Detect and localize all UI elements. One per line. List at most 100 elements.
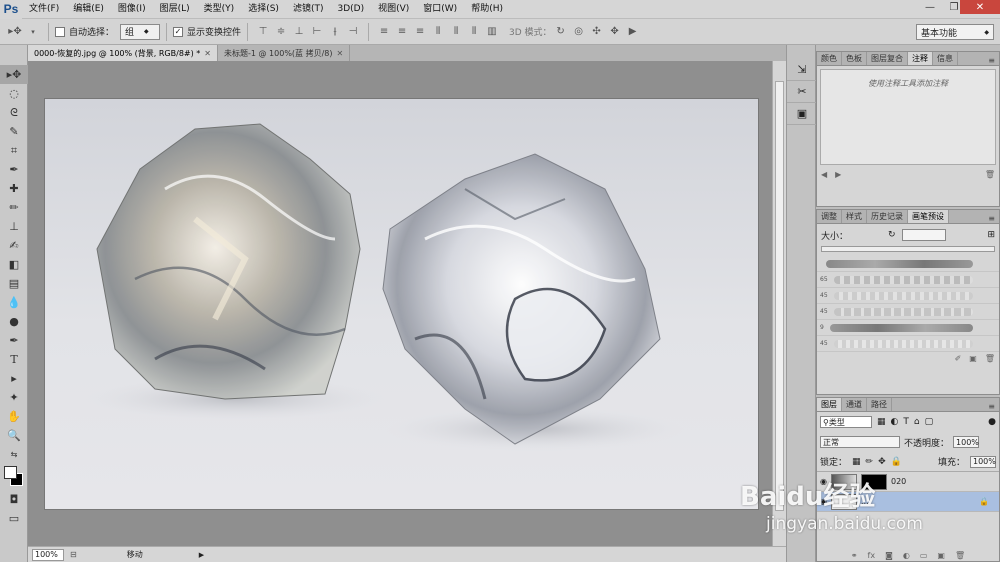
brush-preset-row[interactable]: 65 — [817, 272, 999, 288]
clone-stamp-tool-icon[interactable]: ⊥ — [0, 217, 28, 236]
tool-presets-icon[interactable]: ✂ — [787, 81, 817, 103]
close-icon[interactable]: ✕ — [960, 0, 1000, 14]
menu-select[interactable]: 选择(S) — [241, 0, 286, 19]
lock-pixels-icon[interactable]: ✏ — [866, 457, 874, 467]
marquee-tool-icon[interactable]: ◌ — [0, 84, 28, 103]
image-canvas[interactable] — [45, 99, 758, 509]
next-note-icon[interactable]: ▶ — [835, 170, 841, 179]
delete-layer-icon[interactable]: 🗑 — [955, 551, 965, 560]
close-tab-icon[interactable]: ✕ — [204, 49, 211, 58]
lock-position-icon[interactable]: ✥ — [878, 457, 886, 467]
distribute-hcenter-icon[interactable]: ⦀ — [449, 25, 463, 39]
distribute-left-icon[interactable]: ⦀ — [431, 25, 445, 39]
tab-info[interactable]: 信息 — [933, 52, 958, 65]
scrollbar-thumb[interactable] — [775, 81, 784, 511]
foreground-color-swatch[interactable] — [4, 466, 17, 479]
layer-kind-filter[interactable]: ⚲ 类型 — [820, 416, 872, 428]
properties-panel-icon[interactable]: ▣ — [787, 103, 817, 125]
tab-color[interactable]: 颜色 — [817, 52, 842, 65]
pixel-filter-icon[interactable]: ▦ — [877, 417, 886, 427]
layer-style-icon[interactable]: fx — [868, 551, 876, 560]
delete-note-icon[interactable]: 🗑 — [985, 170, 995, 179]
distribute-top-icon[interactable]: ≡ — [377, 25, 391, 39]
brush-tool-icon[interactable]: ✏ — [0, 198, 28, 217]
distribute-vcenter-icon[interactable]: ≡ — [395, 25, 409, 39]
tab-document-2[interactable]: 未标题-1 @ 100%(蓝 拷贝/8) ✕ — [218, 45, 351, 61]
status-arrow-icon[interactable]: ▶ — [199, 551, 204, 559]
new-group-icon[interactable]: ▭ — [920, 551, 928, 560]
smart-filter-icon[interactable]: ▢ — [925, 417, 934, 427]
menu-view[interactable]: 视图(V) — [371, 0, 416, 19]
move-tool-icon[interactable]: ▸✥ — [8, 25, 22, 39]
align-top-icon[interactable]: ⊤ — [256, 25, 270, 39]
move-tool-icon[interactable]: ▸✥ — [0, 65, 28, 84]
zoom-tool-icon[interactable]: 🔍 — [0, 426, 28, 445]
minimize-icon[interactable]: — — [918, 0, 942, 14]
align-right-icon[interactable]: ⊣ — [346, 25, 360, 39]
brush-panel-toggle-icon[interactable]: ✐ — [955, 354, 962, 363]
menu-image[interactable]: 图像(I) — [111, 0, 153, 19]
tab-layer-comps[interactable]: 图层复合 — [867, 52, 908, 65]
tab-adjustments[interactable]: 调整 — [817, 210, 842, 223]
lasso-tool-icon[interactable]: ᘓ — [0, 103, 28, 122]
tab-layers[interactable]: 图层 — [817, 398, 842, 411]
swap-colors-icon[interactable]: ⇆ — [0, 445, 28, 464]
foreground-background-colors[interactable] — [0, 464, 28, 490]
menu-filter[interactable]: 滤镜(T) — [286, 0, 331, 19]
filter-toggle-icon[interactable]: ● — [988, 417, 996, 427]
quick-select-tool-icon[interactable]: ✎ — [0, 122, 28, 141]
menu-3d[interactable]: 3D(D) — [330, 0, 371, 19]
blur-tool-icon[interactable]: 💧 — [0, 293, 28, 312]
link-layers-icon[interactable]: ⚭ — [851, 551, 858, 560]
dodge-tool-icon[interactable]: ● — [0, 312, 28, 331]
vertical-scrollbar[interactable] — [772, 61, 786, 546]
quick-mask-icon[interactable]: ◘ — [0, 490, 28, 509]
hand-tool-icon[interactable]: ✋ — [0, 407, 28, 426]
prev-note-icon[interactable]: ◀ — [821, 170, 827, 179]
gradient-tool-icon[interactable]: ▤ — [0, 274, 28, 293]
align-vcenter-icon[interactable]: ≑ — [274, 25, 288, 39]
3d-rotate-icon[interactable]: ↻ — [554, 25, 568, 39]
crop-tool-icon[interactable]: ⌗ — [0, 141, 28, 160]
menu-help[interactable]: 帮助(H) — [464, 0, 510, 19]
blend-mode-dropdown[interactable]: 正常 — [820, 436, 900, 448]
type-filter-icon[interactable]: T — [903, 417, 909, 427]
brush-preset-row[interactable]: 45 — [817, 304, 999, 320]
auto-select-checkbox[interactable] — [55, 26, 65, 37]
menu-file[interactable]: 文件(F) — [22, 0, 66, 19]
tab-document-1[interactable]: 0000-恢复的.jpg @ 100% (背景, RGB/8#) * ✕ — [28, 45, 218, 61]
tab-paths[interactable]: 路径 — [867, 398, 892, 411]
distribute-right-icon[interactable]: ⦀ — [467, 25, 481, 39]
tab-history[interactable]: 历史记录 — [867, 210, 908, 223]
menu-window[interactable]: 窗口(W) — [416, 0, 464, 19]
delete-brush-icon[interactable]: 🗑 — [985, 354, 995, 363]
panel-menu-icon[interactable]: ≡ — [984, 56, 999, 65]
3d-drag-icon[interactable]: ✣ — [590, 25, 604, 39]
eyedropper-tool-icon[interactable]: ✒ — [0, 160, 28, 179]
distribute-bottom-icon[interactable]: ≡ — [413, 25, 427, 39]
3d-slide-icon[interactable]: ✥ — [608, 25, 622, 39]
tab-notes[interactable]: 注释 — [908, 52, 933, 65]
opacity-field[interactable]: 100% — [953, 436, 980, 448]
panel-menu-icon[interactable]: ≡ — [984, 402, 999, 411]
brush-preset-row[interactable]: 45 — [817, 288, 999, 304]
align-left-icon[interactable]: ⊢ — [310, 25, 324, 39]
eraser-tool-icon[interactable]: ◧ — [0, 255, 28, 274]
shape-filter-icon[interactable]: ⌂ — [914, 417, 920, 427]
tab-channels[interactable]: 通道 — [842, 398, 867, 411]
shape-tool-icon[interactable]: ✦ — [0, 388, 28, 407]
pen-tool-icon[interactable]: ✒ — [0, 331, 28, 350]
screen-mode-icon[interactable]: ▭ — [0, 509, 28, 528]
auto-align-icon[interactable]: ▥ — [485, 25, 499, 39]
panel-menu-icon[interactable]: ≡ — [984, 214, 999, 223]
tab-brush-presets[interactable]: 画笔预设 — [908, 210, 949, 223]
show-transform-checkbox[interactable]: ✓ — [173, 26, 184, 37]
brush-size-field[interactable] — [901, 229, 946, 241]
chevron-down-icon[interactable]: ▾ — [26, 25, 40, 39]
fill-field[interactable]: 100% — [970, 455, 996, 468]
menu-type[interactable]: 类型(Y) — [197, 0, 242, 19]
lock-transparent-icon[interactable]: ▦ — [852, 457, 861, 467]
doc-info-icon[interactable]: ⊟ — [70, 550, 77, 559]
menu-edit[interactable]: 编辑(E) — [66, 0, 111, 19]
zoom-field[interactable]: 100% — [32, 548, 64, 561]
